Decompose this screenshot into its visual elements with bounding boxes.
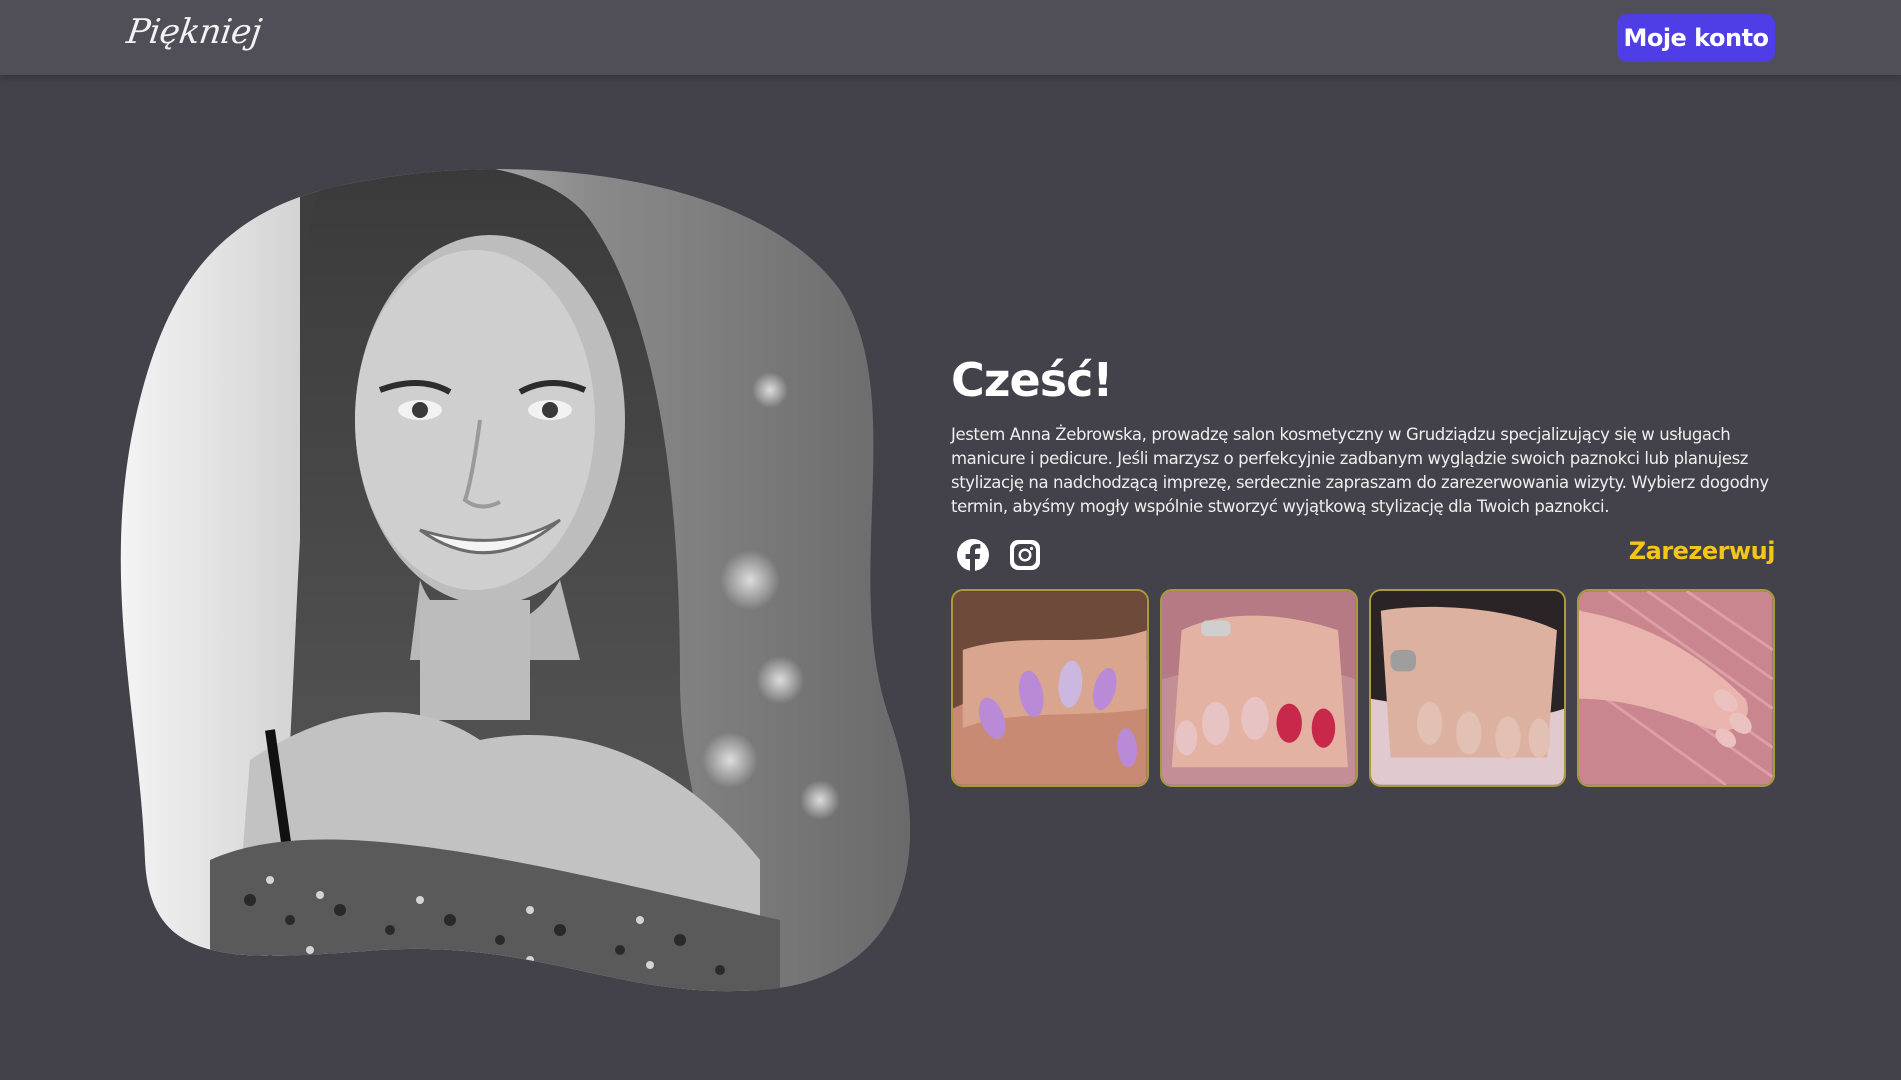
reserve-link[interactable]: Zarezerwuj: [1629, 537, 1776, 565]
red-nails-photo[interactable]: [1159, 589, 1358, 787]
about-section: Cześć! Jestem Anna Żebrowska, prowadzę s…: [951, 345, 1776, 787]
pink-nails-photo[interactable]: [1577, 589, 1775, 787]
social-row: Zarezerwuj: [951, 533, 1776, 577]
navbar: Piękniej Moje konto: [0, 0, 1901, 75]
bio-text: Jestem Anna Żebrowska, prowadzę salon ko…: [951, 425, 1769, 516]
nails-gallery: [951, 589, 1775, 787]
portrait-image: [120, 160, 910, 1010]
instagram-icon[interactable]: [1007, 537, 1043, 573]
facebook-icon[interactable]: [955, 537, 991, 573]
greeting-heading: Cześć!: [951, 353, 1113, 407]
my-account-button[interactable]: Moje konto: [1617, 14, 1775, 62]
lilac-nails-photo[interactable]: [951, 589, 1149, 787]
nude-nails-photo[interactable]: [1368, 589, 1567, 787]
logo[interactable]: Piękniej: [124, 12, 264, 52]
